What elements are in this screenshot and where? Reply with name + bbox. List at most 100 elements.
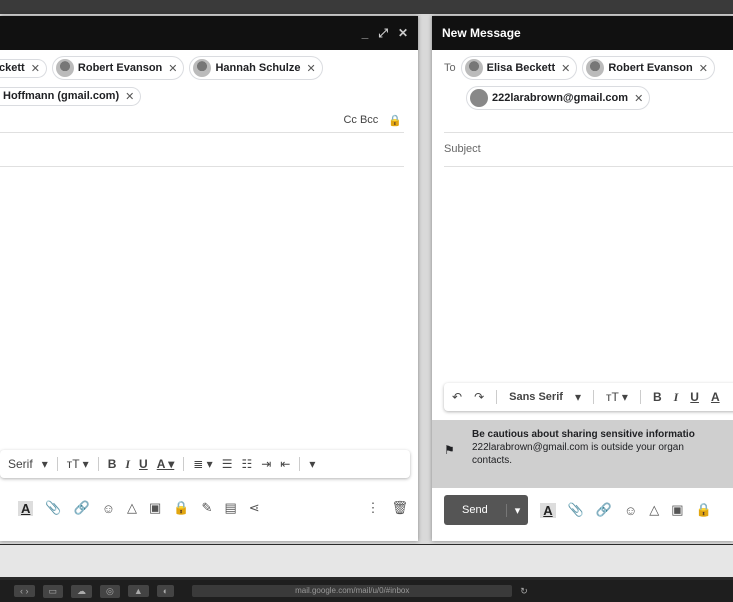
separator xyxy=(592,390,594,404)
link-icon[interactable]: 🔗 xyxy=(74,500,90,516)
send-options-icon[interactable]: ▾ xyxy=(505,503,529,517)
close-icon[interactable]: ✕ xyxy=(398,26,408,41)
back-icon[interactable]: ‹ › xyxy=(14,585,35,597)
recipient-chip[interactable]: Hoffmann (gmail.com) ✕ xyxy=(0,86,142,106)
send-label: Send xyxy=(462,504,488,516)
remove-chip-icon[interactable]: ✕ xyxy=(306,62,315,75)
remove-chip-icon[interactable]: ✕ xyxy=(168,62,177,75)
underline-button[interactable]: U xyxy=(690,390,699,404)
signature-icon[interactable]: ✎ xyxy=(202,500,213,516)
attach-icon[interactable]: 📎 xyxy=(45,500,61,516)
recipient-chip[interactable]: 222larabrown@gmail.com ✕ xyxy=(466,86,651,110)
cc-bcc-row: Cc Bcc 🔒 xyxy=(343,114,402,127)
font-size-button[interactable]: тT ▾ xyxy=(606,390,628,404)
italic-button[interactable]: I xyxy=(125,457,130,472)
drive-icon[interactable]: △ xyxy=(649,502,659,518)
bulleted-list-icon[interactable]: ☷ xyxy=(241,457,252,471)
compose-window-right: New Message To Elisa Beckett ✕ Robert Ev… xyxy=(432,16,733,541)
avatar xyxy=(193,59,212,77)
expand-icon[interactable]: ⤢ xyxy=(378,26,388,41)
link-icon[interactable]: 🔗 xyxy=(596,502,612,518)
recipient-chip[interactable]: Hannah Schulze ✕ xyxy=(189,56,323,80)
top-edge xyxy=(0,0,733,14)
sidebar-icon[interactable]: ▭ xyxy=(42,584,64,598)
font-size-button[interactable]: тT ▾ xyxy=(67,457,89,471)
separator xyxy=(56,457,58,471)
remove-chip-icon[interactable]: ✕ xyxy=(699,62,708,75)
separator xyxy=(183,457,185,471)
reload-icon[interactable]: ↻ xyxy=(520,586,528,597)
confidential-icon[interactable]: 🔒 xyxy=(173,500,189,516)
formatting-toggle-icon[interactable]: A xyxy=(540,502,556,518)
warning-body-2: contacts. xyxy=(472,455,513,466)
confidential-icon[interactable]: 🔒 xyxy=(696,502,712,518)
warning-title: Be cautious about sharing sensitive info… xyxy=(472,429,695,440)
compose-actions-right: Send ▾ A 📎 🔗 ☺ △ ▣ 🔒 xyxy=(444,495,733,525)
address-bar[interactable]: mail.google.com/mail/u/0/#inbox xyxy=(192,585,513,597)
send-button[interactable]: Send ▾ xyxy=(444,495,529,525)
cc-bcc-link[interactable]: Cc Bcc xyxy=(343,114,378,127)
text-color-button[interactable]: A ▾ xyxy=(157,457,175,471)
remove-chip-icon[interactable]: ✕ xyxy=(125,90,134,103)
text-color-button[interactable]: A xyxy=(711,390,720,404)
separator xyxy=(639,390,641,404)
external-recipient-warning: ⚑ Be cautious about sharing sensitive in… xyxy=(432,420,733,488)
numbered-list-icon[interactable]: ☰ xyxy=(222,457,233,471)
recipient-chip[interactable]: Robert Evanson ✕ xyxy=(582,56,715,80)
compose-header-right[interactable]: New Message xyxy=(432,16,733,50)
compose-header-left[interactable]: _ ⤢ ✕ xyxy=(0,16,418,50)
bold-button[interactable]: B xyxy=(653,390,662,404)
remove-chip-icon[interactable]: ✕ xyxy=(31,62,40,75)
recipient-chip[interactable]: Robert Evanson ✕ xyxy=(51,56,185,80)
compose-actions-left: A 📎 🔗 ☺ △ ▣ 🔒 ✎ ▤ ⋖ ⋮ 🗑 xyxy=(18,500,408,516)
attach-icon[interactable]: 📎 xyxy=(568,502,584,518)
contrast-icon[interactable]: ◐ xyxy=(156,585,175,597)
emoji-icon[interactable]: ☺ xyxy=(102,501,115,516)
cloud-icon[interactable]: ☁ xyxy=(71,584,93,598)
emoji-icon[interactable]: ☺ xyxy=(624,503,637,518)
avatar xyxy=(464,59,483,77)
separator xyxy=(496,390,498,404)
minimize-icon[interactable]: _ xyxy=(362,26,369,41)
font-dropdown-icon[interactable]: ▾ xyxy=(575,390,581,404)
browser-dock: ‹ › ▭ ☁ ◎ ▲ ◐ mail.google.com/mail/u/0/#… xyxy=(0,580,733,602)
undo-icon[interactable]: ↶ xyxy=(452,390,462,404)
drive-icon[interactable]: △ xyxy=(127,500,137,516)
redo-icon[interactable]: ↷ xyxy=(474,390,484,404)
avatar xyxy=(470,89,488,107)
font-select[interactable]: Serif xyxy=(8,457,33,471)
formatting-toggle-icon[interactable]: A xyxy=(18,500,34,516)
align-button[interactable]: ≣ ▾ xyxy=(193,457,212,471)
underline-button[interactable]: U xyxy=(139,457,148,471)
avatar xyxy=(586,59,605,77)
font-dropdown-icon[interactable]: ▾ xyxy=(42,457,48,471)
italic-button[interactable]: I xyxy=(674,390,679,405)
more-formatting-icon[interactable]: ▾ xyxy=(309,457,315,471)
remove-chip-icon[interactable]: ✕ xyxy=(634,92,643,105)
compose-window-left: _ ⤢ ✕ ckett ✕ Robert Evanson ✕ Hannah Sc… xyxy=(0,16,418,541)
lock-icon: 🔒 xyxy=(388,115,402,127)
template-icon[interactable]: ▤ xyxy=(224,500,236,516)
outdent-icon[interactable]: ⇤ xyxy=(280,457,290,471)
photo-icon[interactable]: ▣ xyxy=(149,500,161,516)
subject-input[interactable]: Subject xyxy=(444,143,481,155)
trash-icon[interactable]: 🗑 xyxy=(391,500,408,516)
shield-icon[interactable]: ◎ xyxy=(100,584,120,598)
photo-icon[interactable]: ▣ xyxy=(671,502,683,518)
warning-icon: ⚑ xyxy=(444,443,455,457)
bottom-gray-area xyxy=(0,545,733,577)
recipients-row-left[interactable]: ckett ✕ Robert Evanson ✕ Hannah Schulze … xyxy=(0,56,418,80)
remove-chip-icon[interactable]: ✕ xyxy=(561,62,570,75)
bold-button[interactable]: B xyxy=(108,457,117,471)
more-options-icon[interactable]: ⋮ xyxy=(366,500,379,516)
warning-body: 222larabrown@gmail.com is outside your o… xyxy=(472,442,684,453)
indent-icon[interactable]: ⇥ xyxy=(261,457,271,471)
recipient-chip[interactable]: Elisa Beckett ✕ xyxy=(460,56,578,80)
divider xyxy=(444,132,733,133)
extension-icon[interactable]: ▲ xyxy=(127,585,149,597)
compose-title: New Message xyxy=(442,26,521,40)
font-select[interactable]: Sans Serif xyxy=(509,391,563,403)
more-icon[interactable]: ⋖ xyxy=(249,500,260,516)
recipient-chip[interactable]: ckett ✕ xyxy=(0,58,47,78)
recipients-row-right[interactable]: To Elisa Beckett ✕ Robert Evanson ✕ xyxy=(444,56,733,80)
